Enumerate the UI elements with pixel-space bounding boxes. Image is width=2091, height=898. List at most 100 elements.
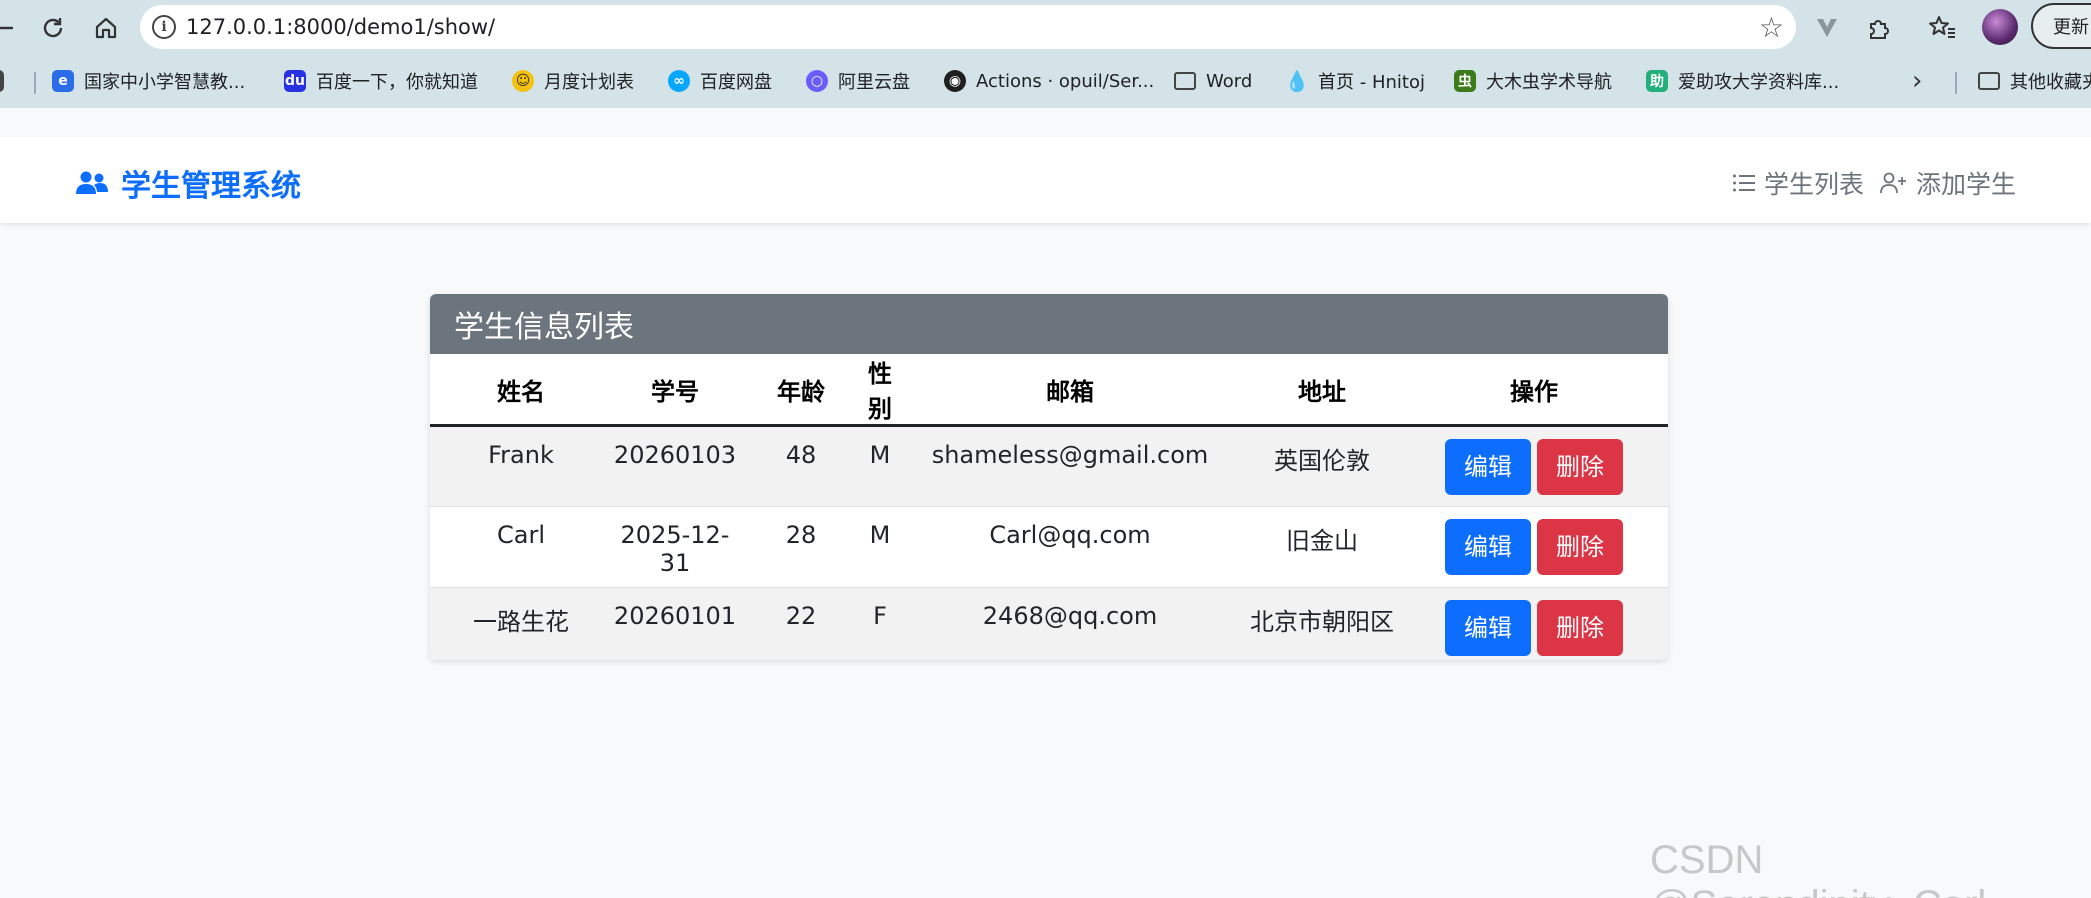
column-header-email: 邮箱: [896, 354, 1244, 427]
profile-avatar[interactable]: [1982, 9, 2018, 45]
address-bar[interactable]: i 127.0.0.1:8000/demo1/show/ ☆: [140, 5, 1796, 49]
cell-age: 28: [738, 506, 864, 588]
edit-button[interactable]: 编辑: [1445, 519, 1531, 575]
cell-age: 22: [738, 587, 864, 660]
bookmark-star-icon[interactable]: ☆: [1759, 11, 1784, 44]
reload-icon[interactable]: [36, 11, 70, 45]
bookmark-label: 百度一下，你就知道: [316, 72, 478, 93]
bookmark-label: 百度网盘: [700, 72, 772, 93]
cell-actions: 编辑 删除: [1400, 506, 1668, 588]
bookmark-item[interactable]: ◉ Actions · opuil/Ser...: [944, 66, 1154, 96]
nav-add-student-label: 添加学生: [1916, 170, 2017, 199]
folder-icon: [1174, 72, 1196, 90]
bookmark-label: 爱助攻大学资料库...: [1678, 72, 1840, 93]
extension-v-icon[interactable]: [1815, 11, 1839, 45]
nav-add-student[interactable]: 添加学生: [1880, 165, 2016, 201]
cell-address: 英国伦敦: [1244, 425, 1400, 507]
bookmark-label: 大木虫学术导航: [1486, 72, 1612, 93]
bookmark-item[interactable]: e 国家中小学智慧教...: [52, 66, 245, 96]
delete-button[interactable]: 删除: [1537, 439, 1623, 495]
bookmark-label: 国家中小学智慧教...: [84, 72, 246, 93]
cell-id: 20260103: [612, 425, 738, 507]
update-button[interactable]: 更新: [2031, 3, 2091, 49]
water-drop-icon: 💧: [1284, 69, 1310, 93]
student-table: 姓名 学号 年龄 性别 邮箱 地址 操作 Frank 20260103 48 M…: [430, 354, 1668, 660]
cell-actions: 编辑 删除: [1400, 425, 1668, 507]
bookmark-label: Actions · opuil/Ser...: [976, 70, 1155, 92]
cell-name: 一路生花: [430, 587, 612, 660]
cell-gender: F: [864, 587, 896, 660]
update-button-label: 更新: [2053, 17, 2089, 38]
csdn-watermark: CSDN @Serendipity_Carl: [1650, 838, 1986, 898]
cell-gender: M: [864, 506, 896, 588]
person-add-icon: [1880, 172, 1906, 194]
bookmark-label: 月度计划表: [544, 72, 634, 93]
nav-student-list-label: 学生列表: [1764, 170, 1865, 199]
cell-gender: M: [864, 425, 896, 507]
app-navbar: 学生管理系统 学生列表 添加学生: [0, 137, 2091, 223]
list-icon: [1733, 174, 1755, 192]
delete-button[interactable]: 删除: [1537, 519, 1623, 575]
bookmark-separator: [1955, 72, 1957, 94]
bookmark-folder-word[interactable]: Word: [1174, 66, 1252, 96]
site-info-icon[interactable]: i: [152, 15, 176, 39]
url-text[interactable]: 127.0.0.1:8000/demo1/show/: [186, 15, 495, 39]
bookmark-item[interactable]: ○ 阿里云盘: [806, 66, 910, 96]
browser-toolbar: i 127.0.0.1:8000/demo1/show/ ☆ 更新: [0, 0, 2091, 55]
cell-name: Frank: [430, 425, 612, 507]
column-header-age: 年龄: [738, 354, 864, 427]
bookmark-favicon-icon: [0, 70, 4, 92]
table-row: Carl 2025-12-31 28 M Carl@qq.com 旧金山 编辑删…: [430, 506, 1668, 588]
browser-chrome: i 127.0.0.1:8000/demo1/show/ ☆ 更新 e 国家中小…: [0, 0, 2091, 108]
folder-icon: [1978, 72, 2000, 90]
bookmark-label: Word: [1206, 70, 1253, 92]
bookmarks-bar: e 国家中小学智慧教... du 百度一下，你就知道 ☺ 月度计划表 ∞ 百度网…: [0, 62, 2091, 100]
cell-email: shameless@gmail.com: [896, 425, 1244, 507]
cell-name: Carl: [430, 506, 612, 588]
cell-email: 2468@qq.com: [896, 587, 1244, 660]
table-row: Frank 20260103 48 M shameless@gmail.com …: [430, 425, 1668, 507]
bookmark-separator: [34, 72, 36, 94]
smart-edu-icon: e: [52, 70, 74, 92]
column-header-name: 姓名: [430, 354, 612, 427]
card-title: 学生信息列表: [454, 310, 634, 345]
edit-button[interactable]: 编辑: [1445, 439, 1531, 495]
bookmark-label: 阿里云盘: [838, 72, 910, 93]
column-header-gender: 性别: [864, 354, 896, 427]
bookmark-partial[interactable]: [0, 66, 14, 96]
student-list-card: 学生信息列表 姓名 学号 年龄 性别 邮箱 地址 操作 Frank 202601…: [430, 294, 1668, 660]
aliyun-drive-icon: ○: [806, 70, 828, 92]
brand-title: 学生管理系统: [121, 169, 301, 204]
cell-age: 48: [738, 425, 864, 507]
bookmark-label: 首页 - Hnitoj: [1318, 72, 1425, 93]
baidu-netdisk-icon: ∞: [668, 70, 690, 92]
cell-email: Carl@qq.com: [896, 506, 1244, 588]
bookmark-label: 其他收藏夹: [2010, 72, 2091, 93]
favorites-icon[interactable]: [1928, 11, 1956, 45]
table-header-row: 姓名 学号 年龄 性别 邮箱 地址 操作: [430, 354, 1668, 427]
column-header-address: 地址: [1244, 354, 1400, 427]
bookmark-item[interactable]: ∞ 百度网盘: [668, 66, 772, 96]
bookmark-item[interactable]: ☺ 月度计划表: [512, 66, 634, 96]
back-icon[interactable]: [0, 11, 22, 45]
bookmark-folder-other[interactable]: 其他收藏夹: [1978, 66, 2091, 96]
delete-button[interactable]: 删除: [1537, 600, 1623, 656]
edit-button[interactable]: 编辑: [1445, 600, 1531, 656]
cell-id: 2025-12-31: [612, 506, 738, 588]
baidu-paw-icon: du: [284, 70, 306, 92]
column-header-id: 学号: [612, 354, 738, 427]
bookmark-item[interactable]: du 百度一下，你就知道: [284, 66, 478, 96]
column-header-actions: 操作: [1400, 354, 1668, 427]
table-row: 一路生花 20260101 22 F 2468@qq.com 北京市朝阳区 编辑…: [430, 587, 1668, 660]
bookmark-item[interactable]: 💧 首页 - Hnitoj: [1284, 66, 1425, 96]
extensions-puzzle-icon[interactable]: [1866, 11, 1892, 45]
brand-link[interactable]: 学生管理系统: [75, 161, 301, 205]
bookmark-item[interactable]: 虫 大木虫学术导航: [1454, 66, 1612, 96]
helper-icon: 助: [1646, 70, 1668, 92]
smiley-icon: ☺: [512, 70, 534, 92]
chevron-right-icon[interactable]: ›: [1912, 66, 1922, 96]
home-icon[interactable]: [89, 11, 123, 45]
github-icon: ◉: [944, 70, 966, 92]
bookmark-item[interactable]: 助 爱助攻大学资料库...: [1646, 66, 1839, 96]
nav-student-list[interactable]: 学生列表: [1732, 165, 1864, 201]
